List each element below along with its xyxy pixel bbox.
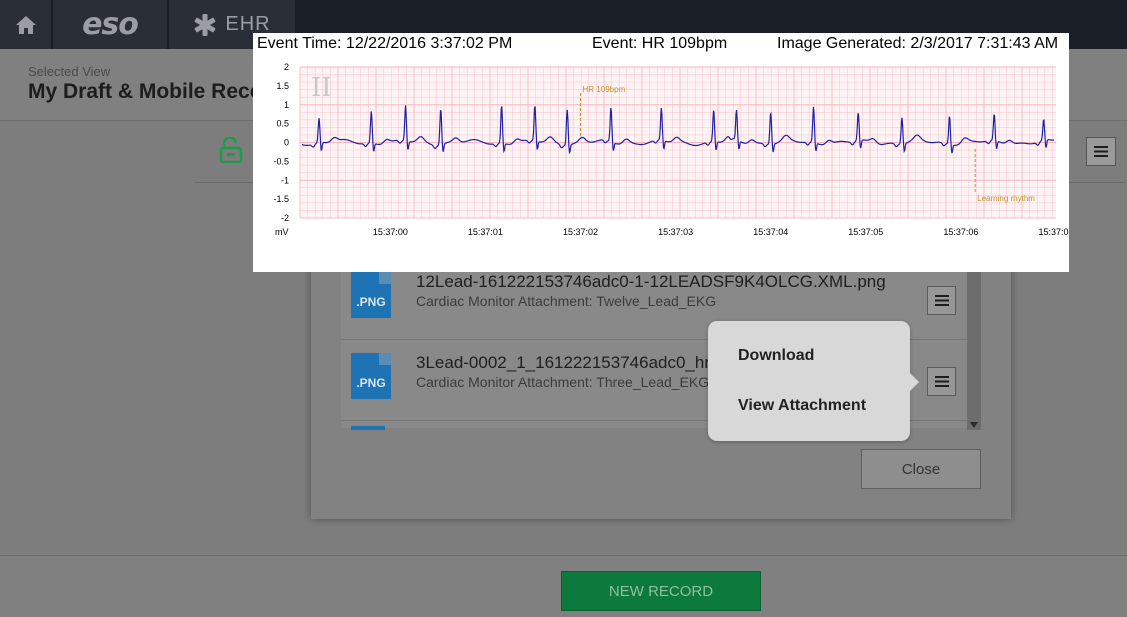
ekg-image-preview: Event Time: 12/22/2016 3:37:02 PM Event:…: [253, 33, 1069, 272]
eso-logo[interactable]: eso: [53, 0, 167, 49]
ekg-y-tick-label: -0.5: [273, 156, 289, 166]
ekg-y-tick-label: 1: [284, 100, 289, 110]
eso-brand-text: eso: [82, 7, 139, 42]
attachment-menu-button[interactable]: [927, 367, 956, 396]
ekg-y-tick-label: 0.5: [276, 119, 289, 129]
ekg-x-tick-label: 15:37:05: [848, 227, 883, 237]
ekg-y-tick-label: -1: [281, 175, 289, 185]
attachment-name: 3Lead-0002_1_161222153746adc0_hr.p: [416, 353, 724, 372]
page-menu-button[interactable]: [1086, 137, 1116, 166]
ekg-x-tick-label: 15:37:07: [1038, 227, 1069, 237]
hamburger-icon: [1094, 146, 1108, 157]
png-file-icon: .PNG: [351, 353, 391, 399]
png-file-icon: .PNG: [351, 272, 391, 318]
ekg-annotation-label: Learning rhythm: [977, 194, 1035, 203]
home-icon: [15, 15, 36, 34]
unlock-icon[interactable]: [219, 136, 243, 168]
ekg-y-tick-label: 1.5: [276, 81, 289, 91]
scroll-down-arrow-icon[interactable]: [970, 422, 978, 428]
attachment-menu-button[interactable]: [927, 286, 956, 315]
attachment-name: 12Lead-161222153746adc0-1-12LEADSF9K4OLC…: [416, 272, 886, 291]
view-title: My Draft & Mobile Reco: [28, 80, 263, 103]
file-ext-label: .PNG: [356, 376, 386, 390]
ekg-y-axis-unit: mV: [275, 227, 289, 237]
home-button[interactable]: [0, 0, 51, 49]
ekg-x-tick-label: 15:37:03: [658, 227, 693, 237]
new-record-button[interactable]: NEW RECORD: [561, 571, 761, 611]
download-menu-item[interactable]: Download: [738, 347, 814, 365]
hamburger-icon: [934, 376, 949, 387]
attachment-list-scrollbar[interactable]: [967, 258, 981, 430]
star-of-life-icon: [194, 13, 216, 36]
ekg-x-tick-label: 15:37:02: [563, 227, 598, 237]
selected-view-label: Selected View: [28, 64, 111, 79]
view-attachment-menu-item[interactable]: View Attachment: [738, 397, 866, 415]
attachment-type: Cardiac Monitor Attachment: Three_Lead_E…: [416, 374, 710, 390]
ekg-x-tick-label: 15:37:06: [943, 227, 978, 237]
close-button[interactable]: Close: [861, 449, 981, 489]
ekg-x-tick-label: 15:37:01: [468, 227, 503, 237]
ekg-x-tick-label: 15:37:04: [753, 227, 788, 237]
ekg-y-tick-label: -1.5: [273, 194, 289, 204]
attachment-context-menu: Download View Attachment: [708, 321, 919, 441]
ekg-y-tick-label: 2: [284, 62, 289, 72]
hamburger-icon: [934, 295, 949, 306]
ekg-chart: 2 1.5 1 0.5 0 -0.5 -1 -1.5 -2 mV 15:37:00 15:37:01 1…: [273, 62, 1069, 237]
ekg-annotation-label: HR 109bpm: [583, 85, 626, 94]
png-file-icon-partial: [351, 426, 385, 430]
file-ext-label: .PNG: [356, 295, 386, 309]
attachment-type: Cardiac Monitor Attachment: Twelve_Lead_…: [416, 293, 717, 309]
ekg-x-tick-label: 15:37:00: [373, 227, 408, 237]
ekg-lead-label: II: [311, 73, 332, 103]
ekg-y-tick-label: -2: [281, 213, 289, 223]
ekg-y-tick-label: 0: [284, 138, 289, 148]
